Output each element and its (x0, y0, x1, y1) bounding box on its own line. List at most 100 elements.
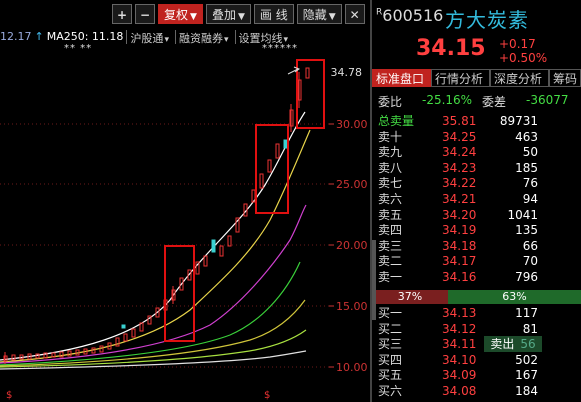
sell-order-volume: 463 (515, 129, 538, 144)
buy-sell-ratio-bar: 37% 63% (372, 290, 581, 304)
tab-margin-trading[interactable]: 融资融券 (174, 30, 232, 45)
stock-name[interactable]: 方大炭素 (445, 4, 529, 33)
sell-order-row[interactable]: 卖二 34.17 70 (372, 254, 581, 270)
sell-order-volume: 185 (515, 160, 538, 175)
fuquan-dropdown[interactable]: 复权 ▼ (158, 4, 203, 24)
chevron-down-icon: ▼ (190, 12, 197, 22)
sell-order-row[interactable]: 卖五 34.20 1041 (372, 208, 581, 224)
buy-order-row[interactable]: 买五 34.09 167 (372, 368, 581, 384)
sell-order-price: 34.18 (442, 238, 477, 253)
chevron-down-icon: ▼ (237, 12, 245, 22)
highlight-boxes (164, 59, 325, 342)
buy-order-price: 34.11 (442, 337, 477, 352)
sell-order-price: 34.25 (442, 129, 477, 144)
quote-panel: R600516 方大炭素 34.15 +0.17 +0.50% 标准盘口 行情分… (372, 0, 581, 402)
sell-popup-ghost: 56 (520, 337, 536, 351)
tab-depth-analysis[interactable]: 深度分析 (490, 69, 549, 87)
chevron-down-icon: ▼ (328, 12, 336, 22)
sell-popup[interactable]: 卖出 56 (484, 336, 542, 352)
sell-order-label: 卖四 (378, 223, 403, 238)
sell-ratio: 37% (372, 290, 448, 304)
scrollbar[interactable] (372, 240, 376, 320)
tab-standard-book[interactable]: 标准盘口 (372, 69, 431, 87)
buy-order-volume: 502 (515, 352, 538, 367)
overlay-dropdown[interactable]: 叠加 ▼ (205, 4, 251, 24)
axis-label-30: 30.00 (336, 118, 368, 131)
sell-order-row[interactable]: 卖八 34.23 185 (372, 161, 581, 177)
sell-order-price: 34.23 (442, 160, 477, 175)
buy-order-volume: 81 (522, 321, 538, 336)
axis-ticks (329, 123, 334, 368)
tab-chips[interactable]: 筹码 (549, 69, 581, 87)
kline-chart[interactable] (0, 44, 368, 402)
up-arrow-icon: ↑ (34, 30, 44, 43)
sell-popup-label: 卖出 (490, 337, 515, 351)
sell-order-price: 34.21 (442, 191, 477, 206)
buy-order-label: 买四 (378, 352, 403, 367)
buy-order-row[interactable]: 买一 34.13 117 (372, 306, 581, 322)
zoom-in-button[interactable]: + (112, 4, 132, 24)
chart-toolbar: + − 复权 ▼ 叠加 ▼ 画 线 隐藏 ▼ ✕ (112, 4, 365, 26)
buy-order-label: 买六 (378, 383, 403, 398)
tab-ma-settings[interactable]: 设置均线 (234, 30, 292, 45)
peak-price-label: 34.78 (330, 66, 363, 79)
weicha-value: -36077 (526, 93, 569, 107)
buy-orders-table: 买一 34.13 117 买二34.1281买三 34.11 56 买四 34.10 502买五… (372, 306, 581, 400)
sell-order-price: 34.17 (442, 254, 477, 269)
sell-order-row[interactable]: 卖一 34.16 796 (372, 270, 581, 286)
sell-order-price: 35.81 (442, 114, 477, 128)
sell-order-label: 卖九 (378, 145, 403, 160)
buy-order-label: 买二 (378, 321, 403, 336)
ma-line-yellow-slow (0, 299, 306, 367)
sell-order-volume: 50 (522, 145, 538, 160)
sell-order-price: 34.16 (442, 269, 477, 284)
panel-tabs: 标准盘口 行情分析 深度分析 筹码 (372, 69, 581, 87)
sell-order-row[interactable]: 卖十 34.25 463 (372, 130, 581, 146)
sell-order-row[interactable]: 卖四 34.19 135 (372, 223, 581, 239)
sell-order-volume: 89731 (499, 114, 538, 128)
zoom-out-button[interactable]: − (135, 4, 155, 24)
dividend-marker[interactable]: $ (6, 390, 12, 401)
ma-line-lime (0, 329, 307, 368)
sell-order-row[interactable]: 卖九 34.24 50 (372, 145, 581, 161)
hide-dropdown[interactable]: 隐藏 ▼ (296, 4, 342, 24)
ma-line-yellow (0, 129, 311, 363)
sell-order-price: 34.19 (442, 223, 477, 238)
buy-order-price: 34.10 (442, 352, 477, 367)
axis-label-15: 15.00 (336, 300, 368, 313)
sell-order-label: 卖八 (378, 160, 403, 175)
sell-order-volume: 135 (515, 223, 538, 238)
tab-hugutong[interactable]: 沪股通 (126, 30, 172, 45)
buy-order-volume: 167 (515, 368, 538, 383)
buy-order-row[interactable]: 买二 34.12 81 (372, 322, 581, 338)
buy-order-row[interactable]: 买三 34.11 56 (372, 337, 581, 353)
buy-order-label: 买三 (378, 337, 403, 352)
dividend-marker[interactable]: $ (264, 390, 270, 401)
close-button[interactable]: ✕ (344, 4, 365, 24)
overlay-label: 叠加 (211, 8, 236, 22)
sell-order-label: 卖三 (378, 238, 403, 253)
axis-label-10: 10.00 (336, 361, 368, 374)
draw-line-button[interactable]: 画 线 (253, 4, 294, 24)
sell-order-label: 总卖量 (378, 114, 415, 128)
tab-market-analysis[interactable]: 行情分析 (431, 69, 490, 87)
buy-order-row[interactable]: 买六 34.08 184 (372, 384, 581, 400)
buy-order-price: 34.08 (442, 383, 477, 398)
code-value: 600516 (382, 6, 444, 25)
weibi-value: -25.16% (422, 93, 473, 107)
highlight-box-1 (164, 245, 195, 342)
buy-order-volume: 117 (515, 306, 538, 320)
sell-order-row[interactable]: 卖三 34.18 66 (372, 239, 581, 255)
weibi-label: 委比 (378, 95, 403, 109)
ma-legend: 12.17 ↑ MA250: 11.18 沪股通 融资融券 设置均线 (0, 30, 294, 45)
sell-order-row[interactable]: 总卖量 35.81 89731 (372, 114, 581, 130)
sell-order-row[interactable]: 卖七 34.22 76 (372, 176, 581, 192)
sell-order-label: 卖七 (378, 176, 403, 191)
buy-order-row[interactable]: 买四 34.10 502 (372, 353, 581, 369)
sell-order-row[interactable]: 卖六 34.21 94 (372, 192, 581, 208)
highlight-box-2 (255, 124, 289, 214)
sell-order-volume: 1041 (507, 207, 538, 222)
buy-order-price: 34.13 (442, 306, 477, 320)
change-amount: +0.17 (499, 37, 536, 51)
buy-order-label: 买一 (378, 306, 403, 320)
